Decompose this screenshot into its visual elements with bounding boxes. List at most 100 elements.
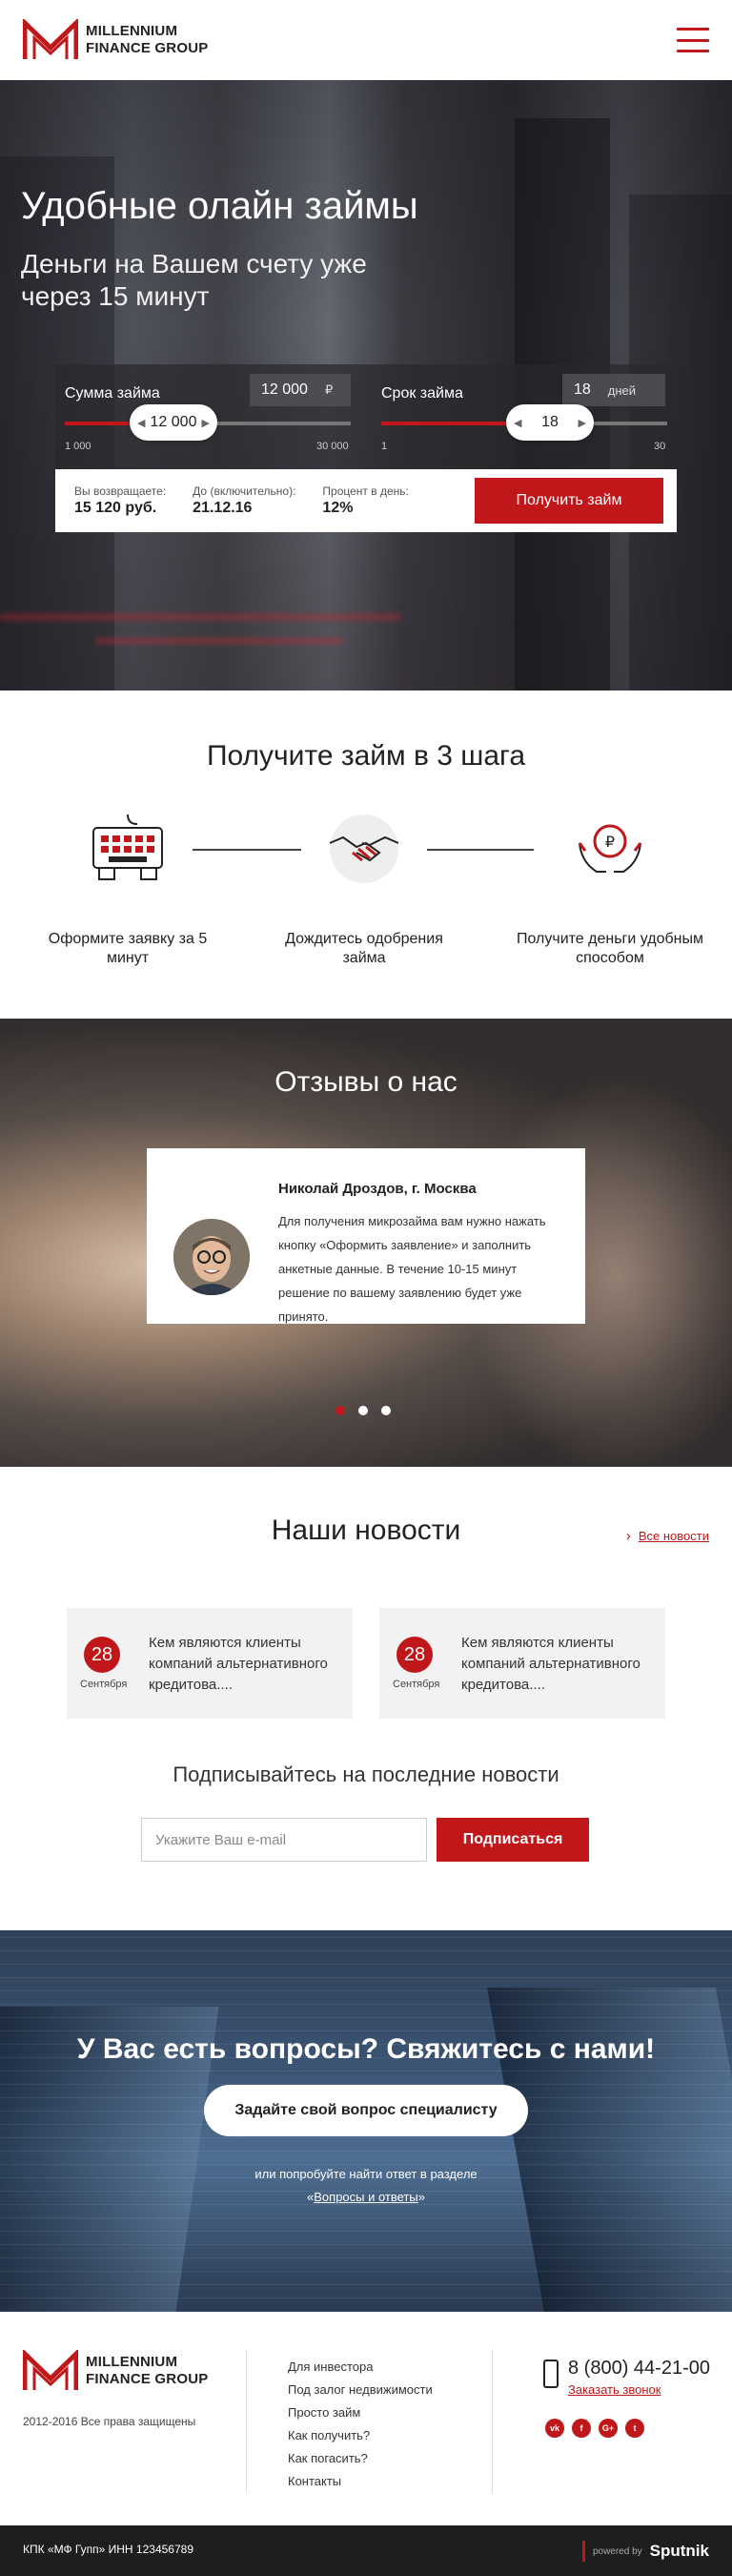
hero-bg-light-streak [0, 614, 400, 620]
hero: Удобные олайн займы Деньги на Вашем счет… [0, 80, 732, 690]
news-month: Сентября [393, 1679, 440, 1690]
review-pagination [336, 1406, 391, 1415]
footer-link-real-estate[interactable]: Под залог недвижимости [288, 2379, 433, 2401]
percent-label: Процент в день: [322, 484, 409, 498]
amount-value: 12 000 [261, 381, 308, 398]
avatar [173, 1219, 250, 1295]
news-title: Наши новости [271, 1515, 461, 1546]
all-news-label: Все новости [638, 1529, 709, 1543]
developer-credit[interactable]: powered by Sputnik [581, 2541, 709, 2562]
handshake-icon [329, 814, 399, 883]
step-text: Получите деньги удобным способом [517, 931, 703, 966]
footer-link-investor[interactable]: Для инвестора [288, 2356, 433, 2379]
logo-line-1: MILLENNIUM [86, 23, 178, 39]
news-date: 28 Сентября [393, 1637, 440, 1690]
footer-logo[interactable]: MILLENNIUM FINANCE GROUP [23, 2350, 208, 2392]
subscribe-title: Подписывайтесь на последние новости [173, 1762, 559, 1786]
news-card[interactable]: 28 Сентября Кем являются клиенты компани… [379, 1608, 665, 1719]
term-slider-thumb[interactable]: ◀ 18 ▶ [506, 404, 594, 441]
logo-mark-icon [23, 2350, 78, 2390]
steps-title: Получите займ в 3 шага [206, 740, 526, 772]
chevron-left-icon: ◀ [514, 417, 522, 429]
phone-number[interactable]: 8 (800) 44-21-00 [568, 2358, 710, 2380]
until-summary: До (включительно): 21.12.16 [193, 484, 295, 517]
news-section: Наши новости › Все новости 28 Сентября Ке… [0, 1467, 732, 1930]
loan-calculator: Сумма займа 12 000 ₽ ◀ 12 000 ▶ 1 000 30 [55, 364, 677, 532]
vk-icon[interactable]: vk [545, 2419, 564, 2438]
footer-link-contacts[interactable]: Контакты [288, 2470, 433, 2493]
copyright: 2012-2016 Все права защищены [23, 2415, 196, 2428]
term-thumb-value: 18 [541, 414, 559, 430]
return-summary: Вы возвращаете: 15 120 руб. [74, 484, 166, 517]
powered-by-label: powered by [592, 2545, 642, 2557]
news-card[interactable]: 28 Сентября Кем являются клиенты компани… [67, 1608, 353, 1719]
review-dot[interactable] [358, 1406, 368, 1415]
news-text: Кем являются клиенты компаний альтернати… [461, 1635, 640, 1693]
facebook-icon[interactable]: f [572, 2419, 591, 2438]
review-dot[interactable] [336, 1406, 345, 1415]
amount-value-field[interactable]: 12 000 ₽ [250, 374, 351, 406]
amount-min: 1 000 [65, 441, 92, 452]
logo[interactable]: MILLENNIUM FINANCE GROUP [23, 19, 208, 61]
reviewer-name: Николай Дроздов, г. Москва [278, 1181, 477, 1197]
step-text: Оформите заявку за 5 минут [48, 931, 208, 966]
term-max: 30 [654, 441, 666, 452]
review-dot[interactable] [381, 1406, 391, 1415]
step-text: Дождитесь одобрения займа [285, 931, 443, 966]
term-min: 1 [381, 441, 388, 452]
contact-section: У Вас есть вопросы? Свяжитесь с нами! За… [0, 1930, 732, 2312]
get-loan-button[interactable]: Получить займ [475, 478, 663, 524]
faq-link[interactable]: Вопросы и ответы [314, 2190, 417, 2204]
step-item: Оформите заявку за 5 минут [32, 809, 223, 968]
amount-slider-block: Сумма займа 12 000 ₽ ◀ 12 000 ▶ 1 000 30 [55, 364, 366, 469]
ruble-hands-icon: ₽ [578, 824, 642, 873]
term-value: 18 [574, 381, 591, 398]
footer-bottom-bar: КПК «МФ Гупп» ИНН 123456789 powered by S… [0, 2525, 732, 2576]
footer-link-how-repay[interactable]: Как погасить? [288, 2447, 433, 2470]
svg-text:₽: ₽ [605, 833, 615, 851]
logo-line-2: FINANCE GROUP [86, 40, 209, 56]
percent-summary: Процент в день: 12% [322, 484, 408, 517]
faq-note-text: или попробуйте найти ответ в разделе [254, 2167, 478, 2181]
amount-thumb-value: 12 000 [150, 414, 197, 430]
reviews-section: Отзывы о нас Николай Дроздов, г. Москва … [0, 1019, 732, 1467]
review-text: Для получения микрозайма вам нужно нажат… [278, 1214, 546, 1324]
all-news-link[interactable]: › Все новости [626, 1528, 709, 1544]
credit-divider [581, 2541, 585, 2562]
logo-line-1: MILLENNIUM [86, 2354, 178, 2370]
amount-max: 30 000 [316, 441, 349, 452]
footer-divider [246, 2350, 247, 2493]
return-label: Вы возвращаете: [74, 484, 167, 498]
footer-link-how-get[interactable]: Как получить? [288, 2424, 433, 2447]
logo-line-2: FINANCE GROUP [86, 2371, 209, 2387]
ask-question-button[interactable]: Задайте свой вопрос специалисту [204, 2085, 528, 2136]
news-text: Кем являются клиенты компаний альтернати… [149, 1635, 328, 1693]
term-value-field[interactable]: 18 дней [562, 374, 665, 406]
phone-icon [543, 2360, 559, 2388]
footer-link-simple-loan[interactable]: Просто займ [288, 2401, 433, 2424]
logo-text: MILLENNIUM FINANCE GROUP [86, 23, 208, 57]
amount-slider-thumb[interactable]: ◀ 12 000 ▶ [130, 404, 217, 441]
faq-link-line: «Вопросы и ответы» [0, 2186, 732, 2209]
step-item: Дождитесь одобрения займа [269, 809, 459, 968]
google-plus-icon[interactable]: G+ [599, 2419, 618, 2438]
sputnik-logo: Sputnik [649, 2542, 709, 2560]
footer-menu: Для инвестора Под залог недвижимости Про… [288, 2356, 433, 2493]
term-slider-block: Срок займа 18 дней ◀ 18 ▶ 1 30 [376, 364, 677, 469]
callback-link[interactable]: Заказать звонок [568, 2382, 661, 2397]
page: MILLENNIUM FINANCE GROUP Удобные олайн з… [0, 0, 732, 2576]
email-field[interactable] [141, 1818, 427, 1862]
footer-divider [492, 2350, 493, 2493]
subscribe-button[interactable]: Подписаться [437, 1818, 589, 1862]
menu-icon[interactable] [677, 28, 709, 52]
twitter-icon[interactable]: t [625, 2419, 644, 2438]
days-unit: дней [607, 382, 637, 398]
chevron-right-icon: › [625, 1528, 631, 1544]
chevron-left-icon: ◀ [137, 417, 146, 429]
return-value: 15 120 руб. [74, 500, 157, 516]
percent-value: 12% [322, 500, 354, 516]
news-day-badge: 28 [84, 1637, 120, 1673]
ruble-unit: ₽ [324, 382, 334, 397]
site-footer: MILLENNIUM FINANCE GROUP 2012-2016 Все п… [0, 2312, 732, 2525]
news-day-badge: 28 [396, 1637, 433, 1673]
